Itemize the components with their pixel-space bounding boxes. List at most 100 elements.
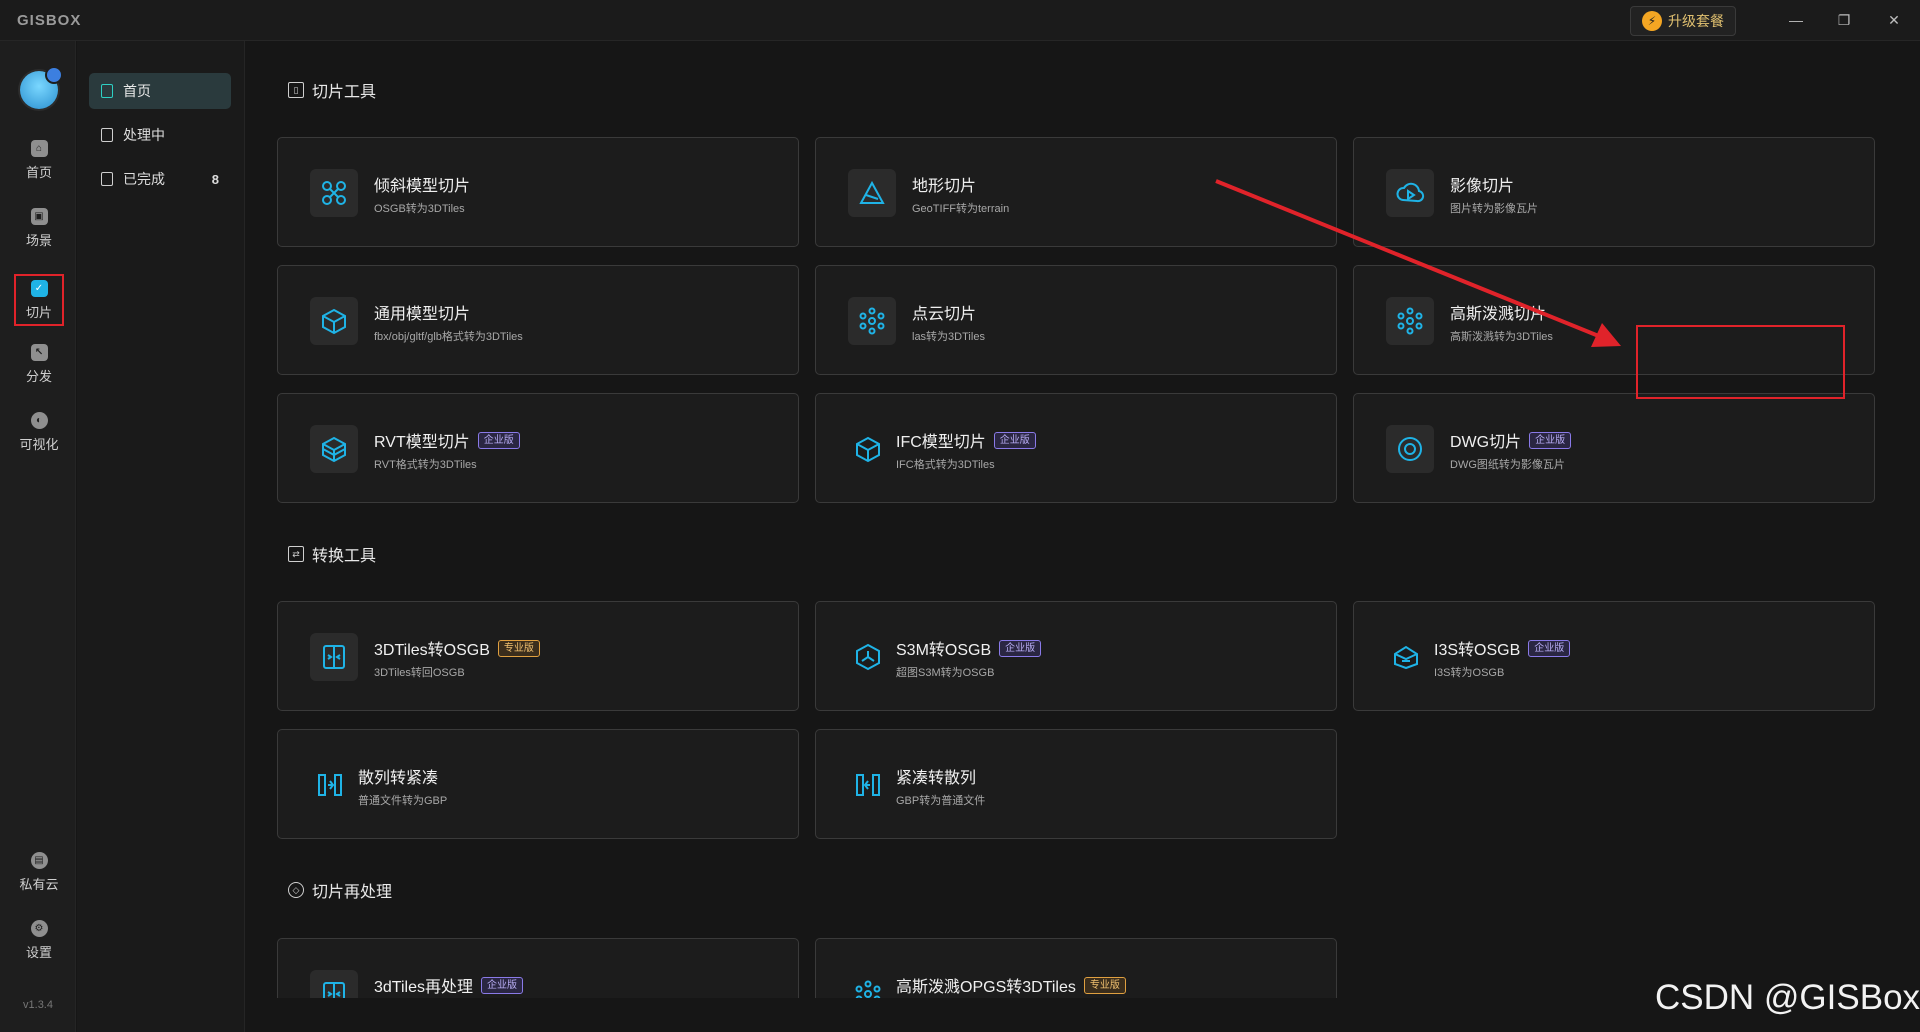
title-bar: GISBOX ⚡ 升级套餐 — ❐ ✕ <box>0 0 1920 41</box>
gaussian-splat-icon <box>1386 297 1434 345</box>
rail-item-distribute[interactable]: ↖ 分发 <box>14 338 64 390</box>
home-icon: ⌂ <box>30 139 48 157</box>
card-title: 点云切片 <box>912 306 977 323</box>
section-title-reprocess: ◇ 切片再处理 <box>288 878 392 902</box>
card-title: I3S转OSGB 企业版 <box>1434 636 1571 660</box>
visual-icon: ◐ <box>30 411 48 429</box>
card-subtitle: 普通文件转为GBP <box>358 795 448 807</box>
card-subtitle: I3S转为OSGB <box>1434 667 1505 679</box>
subnav-item-label: 首页 <box>123 83 151 99</box>
card-title: DWG切片 企业版 <box>1450 428 1572 452</box>
rail-item-label: 可视化 <box>19 436 59 452</box>
minimize-button[interactable]: — <box>1778 6 1814 34</box>
watermark: CSDN @GISBox <box>1655 978 1920 1017</box>
file-convert-icon <box>310 633 358 681</box>
hexagon-icon <box>844 633 892 681</box>
rail-item-home[interactable]: ⌂ 首页 <box>14 134 64 186</box>
distribute-icon: ↖ <box>30 343 48 361</box>
card-title: 3DTiles转OSGB 专业版 <box>374 636 540 660</box>
map-icon: ▯ <box>288 82 304 98</box>
section-title-convert: ⇄ 转换工具 <box>288 542 376 566</box>
rail-item-label: 切片 <box>25 304 52 320</box>
subnav-item-completed[interactable]: 已完成 8 <box>89 161 231 197</box>
maximize-button[interactable]: ❐ <box>1826 6 1862 34</box>
gaussian-splat-icon <box>844 970 892 998</box>
document-check-icon <box>101 172 113 186</box>
card-generic-model-slice[interactable]: 通用模型切片 fbx/obj/gltf/glb格式转为3DTiles <box>277 265 799 375</box>
rail-item-visualize[interactable]: ◐ 可视化 <box>14 406 64 458</box>
card-title: 通用模型切片 <box>374 306 471 323</box>
card-title: RVT模型切片 企业版 <box>374 428 520 452</box>
card-subtitle: RVT格式转为3DTiles <box>374 459 477 471</box>
cube-icon: ▣ <box>30 207 48 225</box>
point-cloud-icon <box>848 297 896 345</box>
card-subtitle: GeoTIFF转为terrain <box>912 203 1010 215</box>
card-hash-to-compact[interactable]: 散列转紧凑 普通文件转为GBP <box>277 729 799 839</box>
card-title: 3dTiles再处理 企业版 <box>374 973 523 997</box>
package-icon <box>1382 633 1430 681</box>
card-compact-to-hash[interactable]: 紧凑转散列 GBP转为普通文件 <box>815 729 1337 839</box>
cube-stack-icon <box>310 425 358 473</box>
card-title: 影像切片 <box>1450 178 1515 195</box>
hexagon-cube-icon <box>844 425 892 473</box>
card-3dtiles-to-osgb[interactable]: 3DTiles转OSGB 专业版 3DTiles转回OSGB <box>277 601 799 711</box>
card-point-cloud-slice[interactable]: 点云切片 las转为3DTiles <box>815 265 1337 375</box>
card-title: IFC模型切片 企业版 <box>896 428 1036 452</box>
mountain-icon <box>848 169 896 217</box>
upgrade-button[interactable]: ⚡ 升级套餐 <box>1630 6 1736 36</box>
rail-item-private-cloud[interactable]: ▤ 私有云 <box>14 846 64 898</box>
card-subtitle: 超图S3M转为OSGB <box>896 667 995 679</box>
card-ifc-model-slice[interactable]: IFC模型切片 企业版 IFC格式转为3DTiles <box>815 393 1337 503</box>
rail-item-label: 场景 <box>25 232 52 248</box>
rail-item-scene[interactable]: ▣ 场景 <box>14 202 64 254</box>
card-title: 高斯泼溅OPGS转3DTiles 专业版 <box>896 973 1126 997</box>
sub-nav: 首页 处理中 已完成 8 <box>77 41 245 1032</box>
main-content: ▯ 切片工具 倾斜模型切片 OSGB转为3DTiles 地形切片 GeoTIFF… <box>246 41 1920 998</box>
card-title: 地形切片 <box>912 178 977 195</box>
card-s3m-to-osgb[interactable]: S3M转OSGB 企业版 超图S3M转为OSGB <box>815 601 1337 711</box>
box-icon <box>310 297 358 345</box>
card-dwg-slice[interactable]: DWG切片 企业版 DWG图纸转为影像瓦片 <box>1353 393 1875 503</box>
subnav-item-home[interactable]: 首页 <box>89 73 231 109</box>
drone-icon <box>310 169 358 217</box>
avatar[interactable] <box>20 66 63 109</box>
completed-count: 8 <box>211 171 219 187</box>
card-title: 高斯泼溅切片 <box>1450 306 1547 323</box>
subnav-item-processing[interactable]: 处理中 <box>89 117 231 153</box>
section-title-slice: ▯ 切片工具 <box>288 78 376 102</box>
close-button[interactable]: ✕ <box>1876 6 1912 34</box>
upgrade-label: 升级套餐 <box>1668 13 1724 29</box>
expand-icon <box>844 761 892 809</box>
card-title: 紧凑转散列 <box>896 770 977 787</box>
card-rvt-model-slice[interactable]: RVT模型切片 企业版 RVT格式转为3DTiles <box>277 393 799 503</box>
lock-icon: ▤ <box>30 851 48 869</box>
rail-item-label: 分发 <box>25 368 52 384</box>
card-i3s-to-osgb[interactable]: I3S转OSGB 企业版 I3S转为OSGB <box>1353 601 1875 711</box>
enterprise-badge: 企业版 <box>999 639 1042 657</box>
card-imagery-slice[interactable]: 影像切片 图片转为影像瓦片 <box>1353 137 1875 247</box>
app-logo: GISBOX <box>17 12 82 29</box>
subnav-item-label: 已完成 <box>123 171 165 187</box>
settings-icon: ⚙ <box>30 919 48 937</box>
card-gaussian-opgs-to-3dtiles[interactable]: 高斯泼溅OPGS转3DTiles 专业版 <box>815 938 1337 998</box>
card-subtitle: 3DTiles转回OSGB <box>374 667 465 679</box>
rail-item-slice[interactable]: ✓ 切片 <box>14 274 64 326</box>
enterprise-badge: 企业版 <box>1529 431 1572 449</box>
compress-icon <box>306 761 354 809</box>
card-terrain-slice[interactable]: 地形切片 GeoTIFF转为terrain <box>815 137 1337 247</box>
card-oblique-model-slice[interactable]: 倾斜模型切片 OSGB转为3DTiles <box>277 137 799 247</box>
cloud-play-icon <box>1386 169 1434 217</box>
rail-item-settings[interactable]: ⚙ 设置 <box>14 914 64 966</box>
document-icon <box>101 128 113 142</box>
version-label: v1.3.4 <box>23 999 53 1011</box>
rail-item-label: 设置 <box>25 944 52 960</box>
card-3dtiles-reprocess[interactable]: 3dTiles再处理 企业版 <box>277 938 799 998</box>
subnav-item-label: 处理中 <box>123 127 165 143</box>
card-title: S3M转OSGB 企业版 <box>896 636 1042 660</box>
slice-icon: ✓ <box>30 279 48 297</box>
card-gaussian-splat-slice[interactable]: 高斯泼溅切片 高斯泼溅转为3DTiles <box>1353 265 1875 375</box>
card-subtitle: GBP转为普通文件 <box>896 795 986 807</box>
card-subtitle: DWG图纸转为影像瓦片 <box>1450 459 1565 471</box>
ring-icon <box>1386 425 1434 473</box>
rail-item-label: 私有云 <box>19 876 59 892</box>
